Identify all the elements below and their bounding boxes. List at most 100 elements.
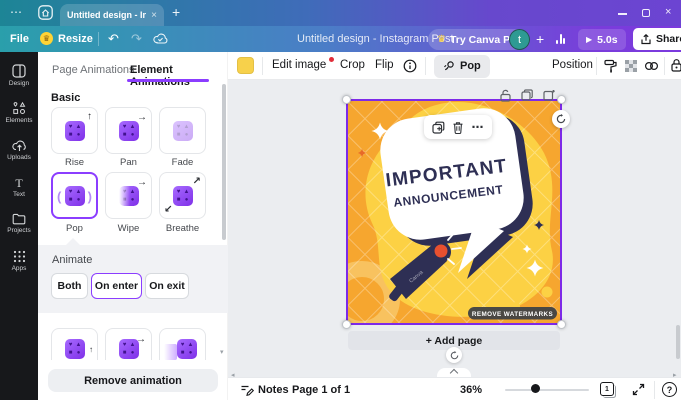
animation-card-more-1[interactable]: ♥▲■● ↑ [51, 328, 98, 360]
zoom-slider-track[interactable] [505, 389, 589, 391]
info-icon[interactable] [403, 59, 417, 73]
animation-card-wipe[interactable]: ♥▲■● → [105, 172, 152, 219]
selection-handle-se[interactable] [557, 320, 566, 329]
loop-icon [450, 351, 459, 360]
canvas-area: IMPORTANT ANNOUNCEMENT Canva [228, 80, 681, 377]
animation-card-pan[interactable]: ♥▲■● → [105, 107, 152, 154]
design-icon [12, 64, 26, 78]
redo-icon[interactable]: ↷ [131, 31, 142, 47]
notes-icon[interactable] [240, 384, 254, 396]
lock-icon[interactable] [670, 58, 681, 73]
share-icon [641, 34, 651, 45]
animations-panel: Page Animations Element Animations Basic… [38, 52, 228, 400]
loop-button[interactable] [446, 347, 462, 363]
text-icon: T [12, 176, 26, 189]
copy-style-roller-icon[interactable] [604, 59, 618, 73]
tab-close-icon[interactable]: × [151, 10, 157, 21]
edit-image-button[interactable]: Edit image [272, 59, 326, 71]
breathe-animation-icon: ♥▲■● [173, 186, 193, 206]
pop-animation-icon: ♥▲■● [65, 186, 85, 206]
animate-option-on-enter[interactable]: On enter [91, 273, 142, 299]
more-options-icon[interactable]: ⋯ [472, 120, 485, 134]
browser-tab[interactable]: Untitled design - Insta... × [60, 4, 164, 26]
window-close-icon[interactable]: × [665, 7, 671, 18]
elements-icon [12, 101, 26, 115]
save-status-cloud-icon [153, 32, 168, 45]
divider [596, 57, 597, 75]
statusbar-collapse-tab[interactable] [437, 368, 471, 377]
animation-card-fade[interactable]: ♥▲■● [159, 107, 206, 154]
file-menu[interactable]: File [10, 33, 29, 45]
sidebar-item-projects[interactable]: Projects [0, 205, 38, 242]
duration-label: 5.0s [597, 34, 617, 46]
tab-title: Untitled design - Insta... [67, 10, 146, 20]
fullscreen-icon[interactable] [632, 383, 645, 396]
transparency-icon[interactable] [624, 59, 638, 73]
remove-watermarks-badge[interactable]: REMOVE WATERMARKS [468, 307, 557, 320]
window-maximize-icon[interactable] [642, 9, 650, 17]
rotate-handle[interactable] [552, 110, 570, 128]
selection-handle-nw[interactable] [342, 95, 351, 104]
add-member-button[interactable]: + [536, 31, 544, 47]
sidebar-item-elements[interactable]: Elements [0, 94, 38, 131]
animation-card-more-2[interactable]: ♥▲■● → [105, 328, 152, 360]
unlock-icon[interactable] [500, 89, 511, 102]
remove-animation-button[interactable]: Remove animation [48, 369, 218, 392]
notes-button[interactable]: Notes [258, 384, 289, 396]
resize-button[interactable]: ♛ Resize [40, 32, 93, 45]
panel-scrollbar[interactable] [222, 84, 226, 240]
zoom-slider-thumb[interactable] [531, 384, 540, 393]
undo-icon[interactable]: ↶ [108, 31, 119, 47]
wipe-animation-icon: ♥▲■● [119, 186, 139, 206]
crop-button[interactable]: Crop [340, 59, 365, 71]
help-button[interactable]: ? [662, 382, 677, 397]
selection-handle-ne[interactable] [557, 95, 566, 104]
flip-button[interactable]: Flip [375, 59, 394, 71]
tab-element-animations[interactable]: Element Animations [130, 64, 227, 88]
position-button[interactable]: Position [552, 59, 593, 71]
divider [654, 381, 655, 399]
sidebar-item-text[interactable]: T Text [0, 168, 38, 205]
sidebar: Design Elements Uploads T Text Projects … [0, 52, 38, 400]
window-minimize-icon[interactable] [618, 13, 627, 15]
tab-page-animations[interactable]: Page Animations [52, 64, 135, 76]
animation-card-pop[interactable]: ( ♥▲■● ) [51, 172, 98, 219]
animation-pop-button[interactable]: Pop [434, 55, 490, 78]
animation-card-more-3[interactable]: ♥▲■● [159, 328, 206, 360]
scroll-down-icon[interactable]: ▾ [220, 348, 224, 356]
page-indicator[interactable]: Page 1 of 1 [292, 384, 350, 396]
duplicate-page-icon[interactable] [521, 89, 533, 101]
zoom-percent[interactable]: 36% [460, 384, 482, 396]
delete-icon[interactable] [452, 121, 464, 134]
home-icon[interactable] [38, 5, 53, 20]
menu-dots-icon[interactable]: ⋯ [10, 5, 23, 19]
main-toolbar: File ♛ Resize ↶ ↷ Untitled design - Inst… [0, 26, 681, 52]
share-button[interactable]: Share [633, 28, 681, 50]
duplicate-icon[interactable] [432, 121, 445, 134]
sidebar-item-apps[interactable]: Apps [0, 242, 38, 279]
section-heading: Basic [51, 92, 80, 104]
animation-label: Rise [51, 157, 98, 168]
animate-option-both[interactable]: Both [51, 273, 88, 299]
animation-card-rise[interactable]: ♥▲■● ↑ [51, 107, 98, 154]
animation-label: Breathe [159, 223, 206, 234]
notification-dot [329, 57, 334, 62]
sidebar-item-uploads[interactable]: Uploads [0, 131, 38, 168]
new-tab-button[interactable]: + [172, 4, 180, 20]
popover-notch [66, 238, 80, 245]
grid-view-button[interactable]: 1 [600, 382, 614, 396]
link-icon[interactable] [644, 60, 659, 72]
insights-chart-icon[interactable] [556, 34, 565, 44]
add-page-icon[interactable] [543, 89, 556, 101]
animation-label: Pan [105, 157, 152, 168]
present-play-button[interactable]: ▶ 5.0s [578, 29, 626, 50]
selection-handle-sw[interactable] [342, 320, 351, 329]
divider [664, 57, 665, 75]
vertical-scrollbar[interactable] [676, 325, 680, 359]
animate-popover: Animate Both On enter On exit [38, 245, 228, 313]
animate-option-on-exit[interactable]: On exit [145, 273, 189, 299]
sidebar-item-design[interactable]: Design [0, 57, 38, 94]
color-swatch[interactable] [237, 57, 254, 74]
avatar[interactable]: t [509, 29, 530, 50]
animation-card-breathe[interactable]: ♥▲■● ↗ ↙ [159, 172, 206, 219]
